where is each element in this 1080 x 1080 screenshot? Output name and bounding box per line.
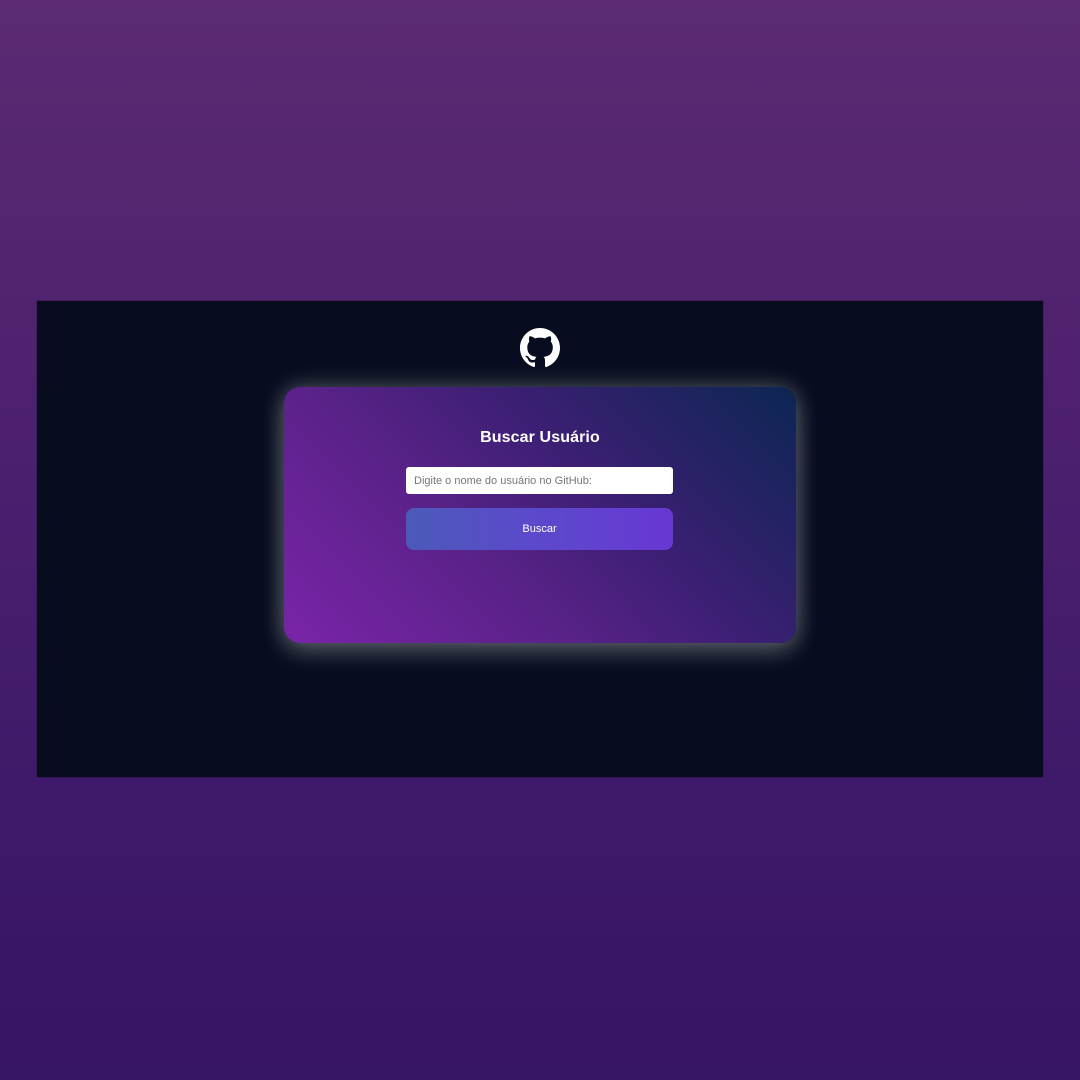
search-button[interactable]: Buscar xyxy=(406,508,673,550)
github-username-input[interactable] xyxy=(406,467,673,494)
screenshot-frame: Buscar Usuário Buscar xyxy=(37,301,1043,777)
card-title: Buscar Usuário xyxy=(480,429,600,446)
search-card: Buscar Usuário Buscar xyxy=(284,387,796,643)
github-icon xyxy=(520,328,560,368)
